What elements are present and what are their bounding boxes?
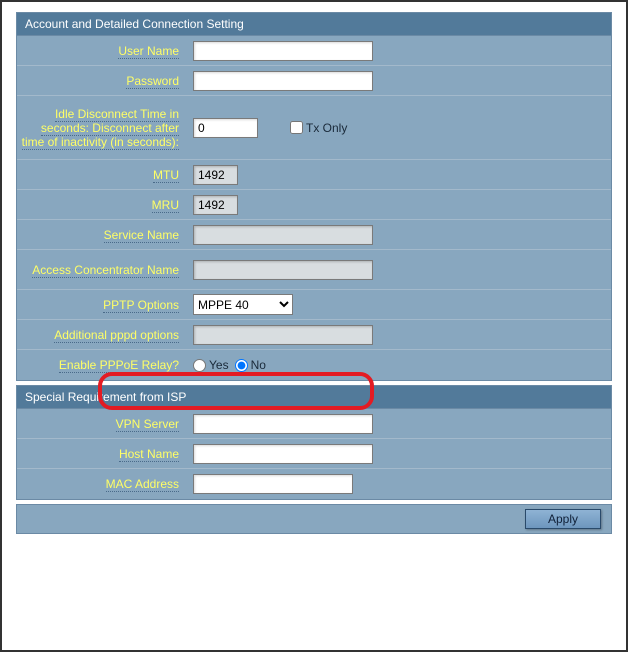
host-name-input[interactable]	[193, 444, 373, 464]
pppoe-relay-no-wrap[interactable]: No	[235, 358, 266, 372]
txonly-label: Tx Only	[306, 121, 347, 135]
pptp-options-select[interactable]: MPPE 40	[193, 294, 293, 315]
vpn-server-input[interactable]	[193, 414, 373, 434]
row-idle: Idle Disconnect Time in seconds: Disconn…	[17, 96, 611, 160]
service-name-label: Service Name	[104, 228, 179, 243]
access-concentrator-label: Access Concentrator Name	[32, 263, 179, 278]
idle-input[interactable]	[193, 118, 258, 138]
pppoe-yes-label: Yes	[209, 358, 229, 372]
pppoe-relay-no-radio[interactable]	[235, 359, 248, 372]
additional-pppd-input[interactable]	[193, 325, 373, 345]
account-connection-panel: Account and Detailed Connection Setting …	[16, 12, 612, 381]
mru-label: MRU	[152, 198, 179, 213]
pppoe-no-label: No	[251, 358, 266, 372]
mac-address-label: MAC Address	[106, 477, 179, 492]
row-additional-pppd: Additional pppd options	[17, 320, 611, 350]
row-mtu: MTU	[17, 160, 611, 190]
row-password: Password	[17, 66, 611, 96]
row-vpn-server: VPN Server	[17, 409, 611, 439]
user-name-input[interactable]	[193, 41, 373, 61]
config-page: Account and Detailed Connection Setting …	[0, 0, 628, 652]
isp-requirement-header: Special Requirement from ISP	[17, 386, 611, 409]
password-label: Password	[126, 74, 179, 89]
pppoe-relay-yes-radio[interactable]	[193, 359, 206, 372]
isp-requirement-panel: Special Requirement from ISP VPN Server …	[16, 385, 612, 500]
idle-label: Idle Disconnect Time in seconds: Disconn…	[22, 107, 179, 150]
user-name-label: User Name	[118, 44, 179, 59]
row-mru: MRU	[17, 190, 611, 220]
row-pppoe-relay: Enable PPPoE Relay? Yes No	[17, 350, 611, 380]
mtu-label: MTU	[153, 168, 179, 183]
row-pptp-options: PPTP Options MPPE 40	[17, 290, 611, 320]
mac-address-input[interactable]	[193, 474, 353, 494]
row-access-concentrator: Access Concentrator Name	[17, 250, 611, 290]
row-user-name: User Name	[17, 36, 611, 66]
apply-button[interactable]: Apply	[525, 509, 601, 529]
button-bar: Apply	[16, 504, 612, 534]
row-service-name: Service Name	[17, 220, 611, 250]
account-connection-header: Account and Detailed Connection Setting	[17, 13, 611, 36]
pppoe-relay-yes-wrap[interactable]: Yes	[193, 358, 229, 372]
txonly-wrap[interactable]: Tx Only	[290, 121, 347, 135]
access-concentrator-input[interactable]	[193, 260, 373, 280]
pptp-options-label: PPTP Options	[103, 298, 179, 313]
mru-input[interactable]	[193, 195, 238, 215]
service-name-input[interactable]	[193, 225, 373, 245]
mtu-input[interactable]	[193, 165, 238, 185]
pppoe-relay-label: Enable PPPoE Relay?	[59, 358, 179, 373]
txonly-checkbox[interactable]	[290, 121, 303, 134]
row-mac-address: MAC Address	[17, 469, 611, 499]
host-name-label: Host Name	[119, 447, 179, 462]
password-input[interactable]	[193, 71, 373, 91]
row-host-name: Host Name	[17, 439, 611, 469]
vpn-server-label: VPN Server	[116, 417, 179, 432]
additional-pppd-label: Additional pppd options	[54, 328, 179, 343]
